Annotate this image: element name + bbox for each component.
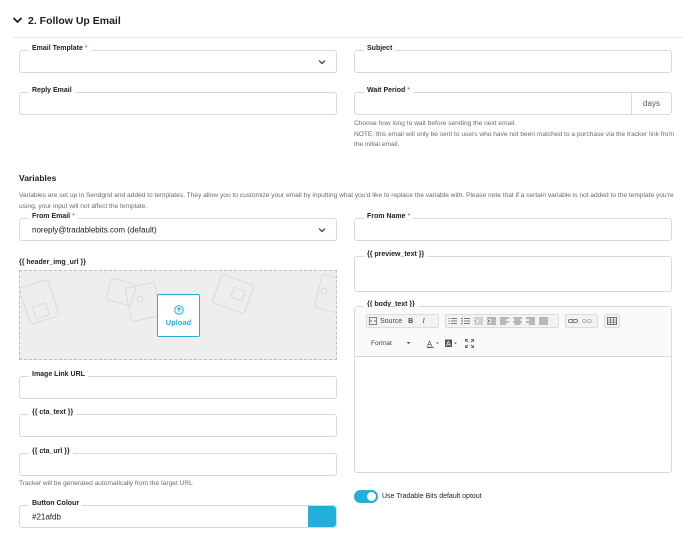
subject-field[interactable]: Subject: [354, 45, 672, 73]
indent-icon[interactable]: [485, 315, 498, 327]
preview-text-field[interactable]: {{ preview_text }}: [354, 251, 672, 292]
upload-icon: [173, 304, 184, 315]
email-template-label: Email Template *: [29, 45, 91, 52]
maximize-icon[interactable]: [463, 337, 476, 349]
align-left-icon[interactable]: [498, 315, 511, 327]
section-divider: [13, 37, 683, 38]
toolbar-group-basic: Source B I: [366, 314, 439, 328]
header-img-label: {{ header_img_url }}: [19, 259, 86, 266]
section-title: 2. Follow Up Email: [28, 15, 121, 27]
wait-period-field[interactable]: Wait Period * days: [354, 87, 672, 115]
chevron-down-icon[interactable]: [13, 17, 22, 26]
source-icon: [369, 317, 377, 325]
default-optout-label: Use Tradable Bits default optout: [382, 493, 482, 500]
wait-period-label: Wait Period *: [364, 87, 413, 94]
align-center-icon[interactable]: [511, 315, 524, 327]
svg-text:A: A: [427, 339, 432, 348]
align-justify-icon[interactable]: [537, 315, 550, 327]
reply-email-label: Reply Email: [29, 87, 75, 94]
image-link-url-field[interactable]: Image Link URL: [19, 371, 337, 399]
svg-text:A: A: [446, 341, 451, 348]
toolbar-group-table: [604, 314, 620, 328]
body-text-editor[interactable]: {{ body_text }} Source B I Format A A: [354, 301, 672, 473]
subject-label: Subject: [364, 45, 396, 52]
from-name-field[interactable]: From Name *: [354, 213, 672, 241]
toggle-knob: [367, 492, 376, 501]
button-colour-field[interactable]: Button Colour #21afdb: [19, 500, 337, 528]
cta-url-field[interactable]: {{ cta_url }}: [19, 448, 337, 476]
unlink-icon[interactable]: [580, 315, 594, 327]
chevron-down-icon: [318, 227, 326, 232]
numbered-list-icon[interactable]: [446, 315, 459, 327]
from-email-label: From Email *: [29, 213, 78, 220]
cta-url-help: Tracker will be generated automatically …: [19, 480, 193, 487]
bulleted-list-icon[interactable]: [459, 315, 472, 327]
email-template-select[interactable]: Email Template *: [19, 45, 337, 73]
align-right-icon[interactable]: [524, 315, 537, 327]
background-color-icon[interactable]: A: [443, 337, 461, 349]
editor-toolbar: Source B I Format A A: [355, 307, 671, 357]
bold-button[interactable]: B: [404, 315, 417, 327]
upload-button[interactable]: Upload: [157, 294, 200, 337]
image-link-url-label: Image Link URL: [29, 371, 88, 378]
source-button[interactable]: Source: [367, 315, 404, 327]
default-optout-toggle[interactable]: [354, 490, 378, 503]
cta-text-label: {{ cta_text }}: [29, 409, 77, 416]
variables-description: Variables are set up in Sendgrid and add…: [19, 192, 674, 210]
toolbar-group-lists: [445, 314, 559, 328]
format-dropdown[interactable]: Format: [367, 337, 415, 349]
cta-text-field[interactable]: {{ cta_text }}: [19, 409, 337, 437]
cta-url-label: {{ cta_url }}: [29, 448, 73, 455]
text-color-icon[interactable]: A: [425, 337, 443, 349]
outdent-icon[interactable]: [472, 315, 485, 327]
link-icon[interactable]: [566, 315, 580, 327]
wait-period-help: Choose how long to wait before sending t…: [354, 120, 674, 148]
preview-text-label: {{ preview_text }}: [364, 251, 428, 258]
section-header[interactable]: 2. Follow Up Email: [13, 15, 121, 27]
from-name-label: From Name *: [364, 213, 414, 220]
table-icon[interactable]: [605, 315, 619, 327]
button-colour-swatch[interactable]: [308, 506, 336, 527]
caret-down-icon: [406, 342, 411, 344]
from-email-select[interactable]: From Email * noreply@tradablebits.com (d…: [19, 213, 337, 241]
italic-button[interactable]: I: [417, 315, 430, 327]
reply-email-field[interactable]: Reply Email: [19, 87, 337, 115]
wait-period-unit: days: [631, 93, 671, 114]
toolbar-group-colors: A A: [425, 336, 476, 350]
button-colour-label: Button Colour: [29, 500, 83, 507]
chevron-down-icon: [318, 59, 326, 64]
header-image-dropzone[interactable]: Upload: [19, 270, 337, 360]
variables-heading: Variables: [19, 173, 57, 183]
toolbar-group-links: [565, 314, 598, 328]
